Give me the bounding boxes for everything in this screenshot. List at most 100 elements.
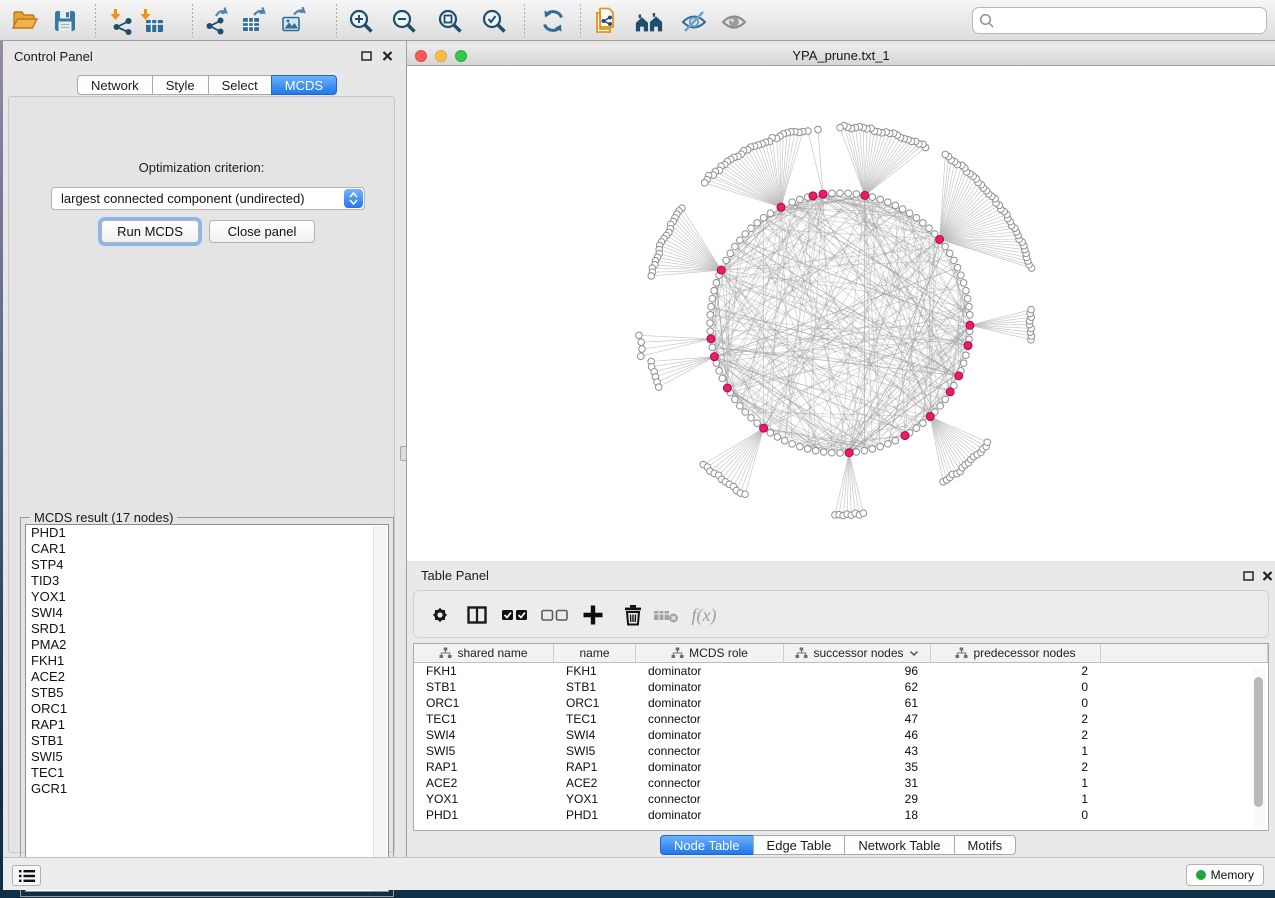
network-node[interactable]	[1028, 306, 1035, 313]
network-node[interactable]	[713, 280, 720, 287]
network-file-icon[interactable]	[591, 6, 621, 36]
network-hub-node[interactable]	[717, 266, 725, 274]
export-table-icon[interactable]	[239, 6, 269, 36]
network-node[interactable]	[906, 210, 913, 217]
network-hub-node[interactable]	[809, 192, 817, 200]
network-node[interactable]	[815, 126, 822, 133]
network-node[interactable]	[845, 190, 852, 197]
network-node[interactable]	[913, 425, 920, 432]
open-session-icon[interactable]	[10, 6, 40, 36]
delete-icon[interactable]	[620, 603, 646, 627]
network-hub-node[interactable]	[760, 424, 768, 432]
network-node[interactable]	[920, 420, 927, 427]
first-neighbors-icon[interactable]	[634, 6, 664, 36]
network-node[interactable]	[963, 352, 970, 359]
network-node[interactable]	[958, 272, 965, 279]
table-row[interactable]: TEC1TEC1connector472	[414, 711, 1268, 727]
network-hub-node[interactable]	[861, 191, 869, 199]
run-mcds-button[interactable]: Run MCDS	[101, 220, 199, 243]
network-hub-node[interactable]	[966, 321, 974, 329]
network-node[interactable]	[885, 199, 892, 206]
mcds-list-scrollbar[interactable]	[373, 526, 387, 892]
network-node[interactable]	[860, 510, 867, 517]
network-node[interactable]	[926, 225, 933, 232]
mcds-result-item[interactable]: SWI4	[26, 605, 388, 621]
table-row[interactable]: FKH1FKH1dominator962	[414, 663, 1268, 679]
criterion-select[interactable]: largest connected component (undirected)	[51, 187, 365, 210]
network-node[interactable]	[707, 328, 714, 335]
network-node[interactable]	[742, 409, 749, 416]
export-network-icon[interactable]	[202, 6, 232, 36]
network-node[interactable]	[829, 190, 836, 197]
tab-edge-table[interactable]: Edge Table	[753, 835, 846, 855]
network-node[interactable]	[942, 151, 949, 158]
mcds-result-item[interactable]: PHD1	[26, 525, 388, 541]
network-hub-node[interactable]	[845, 449, 853, 457]
network-node[interactable]	[754, 220, 761, 227]
network-node[interactable]	[754, 420, 761, 427]
tab-motifs[interactable]: Motifs	[954, 835, 1017, 855]
network-node[interactable]	[812, 447, 819, 454]
network-node[interactable]	[885, 441, 892, 448]
close-table-panel-icon[interactable]	[1259, 569, 1275, 583]
close-panel-icon[interactable]	[379, 49, 395, 63]
table-row[interactable]: RAP1RAP1dominator352	[414, 759, 1268, 775]
apply-layout-icon[interactable]	[538, 6, 568, 36]
network-node[interactable]	[960, 360, 967, 367]
network-node[interactable]	[781, 437, 788, 444]
network-node[interactable]	[829, 449, 836, 456]
network-node[interactable]	[951, 257, 958, 264]
network-node[interactable]	[920, 220, 927, 227]
network-node[interactable]	[942, 396, 949, 403]
network-node[interactable]	[820, 449, 827, 456]
network-node[interactable]	[869, 194, 876, 201]
deselect-all-icon[interactable]	[540, 603, 570, 627]
network-node[interactable]	[760, 215, 767, 222]
network-hub-node[interactable]	[710, 353, 718, 361]
zoom-selected-icon[interactable]	[479, 6, 509, 36]
network-node[interactable]	[732, 243, 739, 250]
network-node[interactable]	[748, 225, 755, 232]
network-node[interactable]	[709, 295, 716, 302]
table-row[interactable]: ORC1ORC1dominator610	[414, 695, 1268, 711]
network-node[interactable]	[707, 320, 714, 327]
network-node[interactable]	[639, 346, 646, 353]
mcds-result-item[interactable]: ACE2	[26, 669, 388, 685]
network-node[interactable]	[774, 434, 781, 441]
network-node[interactable]	[984, 439, 991, 446]
network-hub-node[interactable]	[777, 203, 785, 211]
network-node[interactable]	[655, 384, 662, 391]
network-node[interactable]	[701, 180, 708, 187]
show-columns-icon[interactable]	[464, 603, 490, 627]
mcds-result-item[interactable]: SWI5	[26, 749, 388, 765]
table-scrollbar-thumb[interactable]	[1254, 677, 1263, 807]
mcds-result-item[interactable]: GCR1	[26, 781, 388, 797]
mcds-result-item[interactable]: RAP1	[26, 717, 388, 733]
splitter-grip[interactable]	[400, 446, 407, 461]
zoom-in-icon[interactable]	[346, 6, 376, 36]
table-scrollbar[interactable]	[1253, 668, 1265, 828]
column-header-predecessor-nodes[interactable]: predecessor nodes	[931, 644, 1101, 662]
network-hub-node[interactable]	[819, 190, 827, 198]
network-node[interactable]	[737, 403, 744, 410]
network-node[interactable]	[966, 303, 973, 310]
network-node[interactable]	[723, 257, 730, 264]
mcds-result-item[interactable]: TID3	[26, 573, 388, 589]
add-icon[interactable]	[580, 603, 606, 627]
network-node[interactable]	[966, 312, 973, 319]
network-node[interactable]	[716, 368, 723, 375]
network-node[interactable]	[937, 403, 944, 410]
select-all-icon[interactable]	[500, 603, 530, 627]
column-header-name[interactable]: name	[554, 644, 636, 662]
network-node[interactable]	[877, 443, 884, 450]
table-row[interactable]: ACE2ACE2connector311	[414, 775, 1268, 791]
network-hub-node[interactable]	[901, 432, 909, 440]
network-node[interactable]	[742, 491, 749, 498]
network-node[interactable]	[737, 237, 744, 244]
network-node[interactable]	[797, 443, 804, 450]
mcds-result-list[interactable]: PHD1CAR1STP4TID3YOX1SWI4SRD1PMA2FKH1ACE2…	[25, 524, 389, 892]
table-row[interactable]: PHD1PHD1dominator180	[414, 807, 1268, 823]
network-node[interactable]	[789, 441, 796, 448]
network-node[interactable]	[877, 196, 884, 203]
network-node[interactable]	[913, 215, 920, 222]
